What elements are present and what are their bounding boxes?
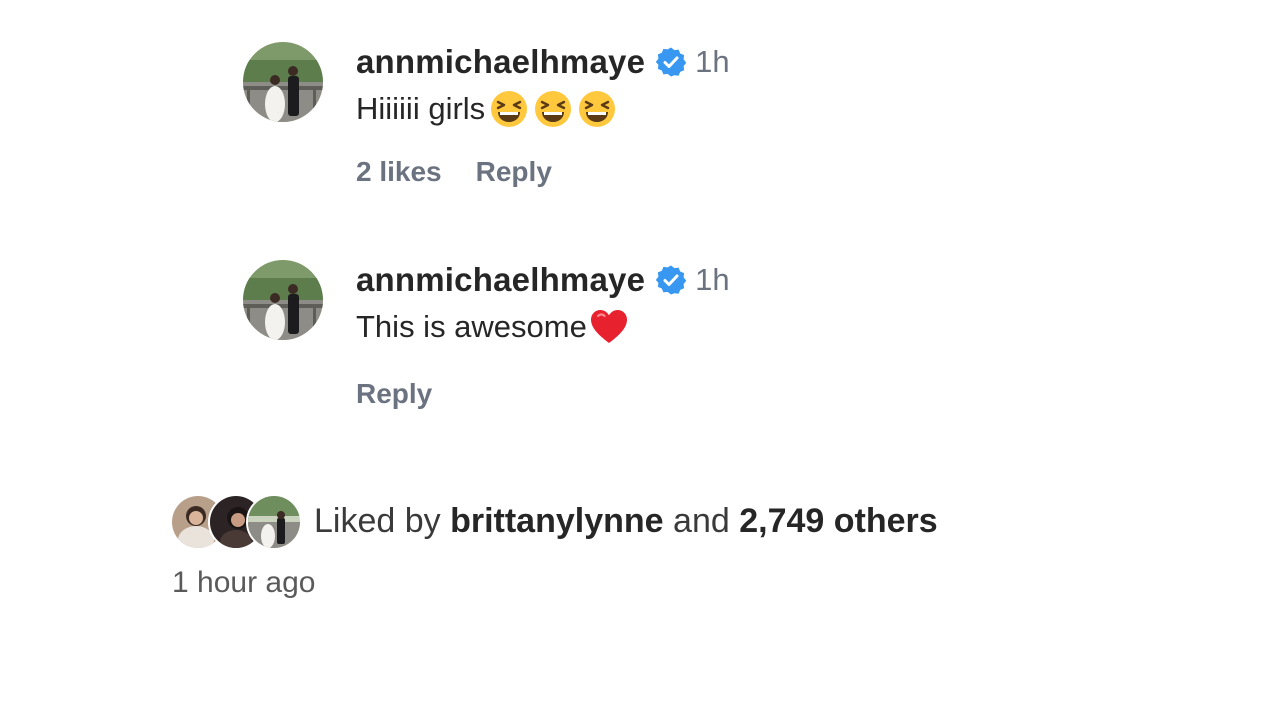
grinning-squinting-face-icon (489, 89, 529, 129)
comment-text-row: Hiiiiii girls (356, 88, 836, 130)
grinning-squinting-face-icon (577, 89, 617, 129)
liked-by-username[interactable]: brittanylynne (450, 502, 663, 540)
comment-actions: Reply (356, 378, 432, 410)
verified-badge-icon (655, 264, 687, 296)
avatar[interactable] (243, 42, 323, 122)
comment-item: annmichaelhmaye 1h This is awesome Reply (243, 260, 843, 420)
avatar[interactable] (243, 260, 323, 340)
username[interactable]: annmichaelhmaye (356, 43, 645, 81)
comment-text: This is awesome (356, 309, 587, 344)
comment-header: annmichaelhmaye 1h (356, 42, 836, 82)
liked-by-row[interactable]: Liked by brittanylynne and 2,749 others (170, 494, 938, 550)
comment-body: annmichaelhmaye 1h This is awesome (356, 260, 836, 348)
verified-badge-icon (655, 46, 687, 78)
comment-time: 1h (695, 262, 730, 297)
reply-button[interactable]: Reply (356, 378, 432, 410)
comments-panel: annmichaelhmaye 1h Hiiiiii girls 2 likes… (0, 0, 1280, 720)
likes-count-button[interactable]: 2 likes (356, 156, 442, 188)
comment-actions: 2 likes Reply (356, 156, 552, 188)
comment-text: Hiiiiii girls (356, 91, 486, 126)
comment-item: annmichaelhmaye 1h Hiiiiii girls 2 likes… (243, 42, 843, 202)
grinning-squinting-face-icon (533, 89, 573, 129)
comment-time: 1h (695, 44, 730, 79)
avatar-photo (243, 260, 323, 340)
comment-body: annmichaelhmaye 1h Hiiiiii girls (356, 42, 836, 130)
liked-by-others[interactable]: 2,749 others (739, 502, 937, 540)
username[interactable]: annmichaelhmaye (356, 261, 645, 299)
liked-by-conjunction: and (673, 501, 730, 540)
avatar (246, 494, 302, 550)
liker-avatars (170, 494, 302, 550)
avatar-photo (243, 42, 323, 122)
liked-by-prefix: Liked by (314, 501, 441, 540)
red-heart-icon (589, 307, 629, 347)
reply-button[interactable]: Reply (476, 156, 552, 188)
comment-text-row: This is awesome (356, 306, 836, 348)
liked-by-text: Liked by brittanylynne and 2,749 others (314, 502, 938, 541)
post-timestamp: 1 hour ago (172, 566, 316, 599)
comment-header: annmichaelhmaye 1h (356, 260, 836, 300)
